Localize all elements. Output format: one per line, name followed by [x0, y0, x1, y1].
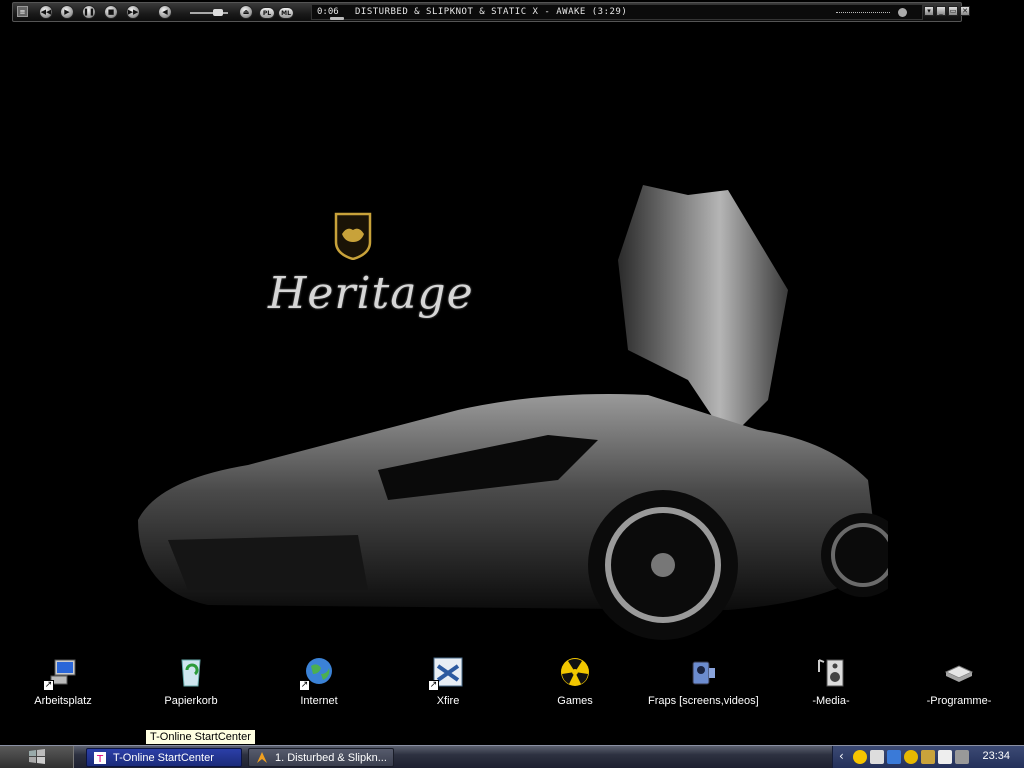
car-wallpaper-image [138, 185, 888, 640]
desktop-icon-label: Xfire [436, 695, 460, 707]
volume-tray-icon[interactable] [955, 750, 969, 764]
close-button[interactable]: ✕ [960, 6, 970, 16]
camera-icon [687, 656, 719, 688]
tooltip: T-Online StartCenter [145, 729, 256, 745]
volume-slider-handle[interactable] [213, 9, 223, 16]
shortcut-arrow-icon: ↗ [299, 680, 310, 691]
desktop-icon-arbeitsplatz[interactable]: ↗ Arbeitsplatz [8, 656, 118, 707]
taskbar-button-label: 1. Disturbed & Slipkn... [275, 751, 387, 764]
desktop-icon-label: Games [557, 695, 593, 707]
radiation-icon [559, 656, 591, 688]
next-button[interactable]: ▶▶ [126, 5, 140, 19]
desktop-icon-xfire[interactable]: ↗ Xfire [393, 656, 503, 707]
track-time: 0:06 [317, 7, 339, 17]
show-hidden-icons-chevron-icon[interactable]: ‹ [839, 749, 844, 763]
desktop-icon-label: Fraps [screens,videos] [648, 695, 759, 707]
system-tray: ‹ 23:34 [832, 746, 1024, 768]
media-library-button[interactable]: ML [278, 7, 294, 19]
desktop-icon-label: Internet [300, 695, 338, 707]
seek-bar[interactable] [330, 17, 344, 20]
desktop-icon-fraps[interactable]: Fraps [screens,videos] [648, 656, 759, 707]
start-button[interactable] [0, 746, 74, 768]
xfire-icon: ↗ [428, 656, 464, 691]
play-button[interactable]: ▶ [60, 5, 74, 19]
desktop-icon-games[interactable]: Games [520, 656, 630, 707]
pause-button[interactable]: ❚❚ [82, 5, 96, 19]
pen-icon[interactable] [938, 750, 952, 764]
tonline-icon: T [94, 751, 106, 765]
desktop-icon-internet[interactable]: ↗ Internet [264, 656, 374, 707]
globe-tray-icon[interactable] [904, 750, 918, 764]
my-computer-icon: ↗ [43, 656, 79, 691]
xfire-tray-icon[interactable] [870, 750, 884, 764]
shade-button[interactable]: ▭ [948, 6, 958, 16]
speaker-icon [815, 656, 847, 688]
desktop-icon-label: -Media- [812, 695, 850, 707]
windows-logo-icon [28, 749, 45, 764]
globe-icon: ↗ [299, 656, 335, 691]
drive-icon [943, 656, 975, 688]
desktop-icon-label: Papierkorb [164, 695, 218, 707]
winamp-option-button[interactable] [898, 8, 907, 17]
scroll-indicator [836, 12, 890, 13]
shortcut-arrow-icon: ↗ [43, 680, 54, 691]
svg-text:T: T [96, 754, 104, 765]
eject-button[interactable]: ⏏ [239, 5, 253, 19]
desktop-icon-programme[interactable]: -Programme- [904, 656, 1014, 707]
network-icon[interactable] [887, 750, 901, 764]
clock: 23:34 [982, 750, 1010, 762]
winamp-menu-button[interactable]: ≡ [17, 6, 28, 17]
previous-button[interactable]: ◀◀ [39, 5, 53, 19]
volume-icon: ◀ [158, 5, 172, 19]
messenger-icon[interactable] [853, 750, 867, 764]
taskbar-button-label: T-Online StartCenter [113, 751, 214, 764]
track-display: 0:06 DISTURBED & SLIPKNOT & STATIC X - A… [311, 4, 923, 20]
playlist-button[interactable]: PL [259, 7, 275, 19]
taskbar: T T-Online StartCenter 1. Disturbed & Sl… [0, 745, 1024, 768]
recycle-bin-icon [175, 656, 207, 688]
desktop-icon-media[interactable]: -Media- [776, 656, 886, 707]
winamp-player: ≡ ◀◀ ▶ ❚❚ ■ ▶▶ ◀ ⏏ PL ML 0:06 DISTURBED … [12, 2, 970, 22]
shortcut-arrow-icon: ↗ [428, 680, 439, 691]
track-title: DISTURBED & SLIPKNOT & STATIC X - AWAKE … [355, 7, 628, 17]
taskbar-button-tonline[interactable]: T T-Online StartCenter [86, 748, 242, 767]
security-icon[interactable] [921, 750, 935, 764]
minimize-button[interactable]: _ [936, 6, 946, 16]
winamp-menu-icon[interactable]: ▾ [924, 6, 934, 16]
desktop-icon-papierkorb[interactable]: Papierkorb [136, 656, 246, 707]
winamp-icon [257, 751, 267, 763]
taskbar-button-winamp[interactable]: 1. Disturbed & Slipkn... [248, 748, 394, 767]
desktop-icon-label: Arbeitsplatz [34, 695, 92, 707]
stop-button[interactable]: ■ [104, 5, 118, 19]
desktop-icon-label: -Programme- [926, 695, 992, 707]
